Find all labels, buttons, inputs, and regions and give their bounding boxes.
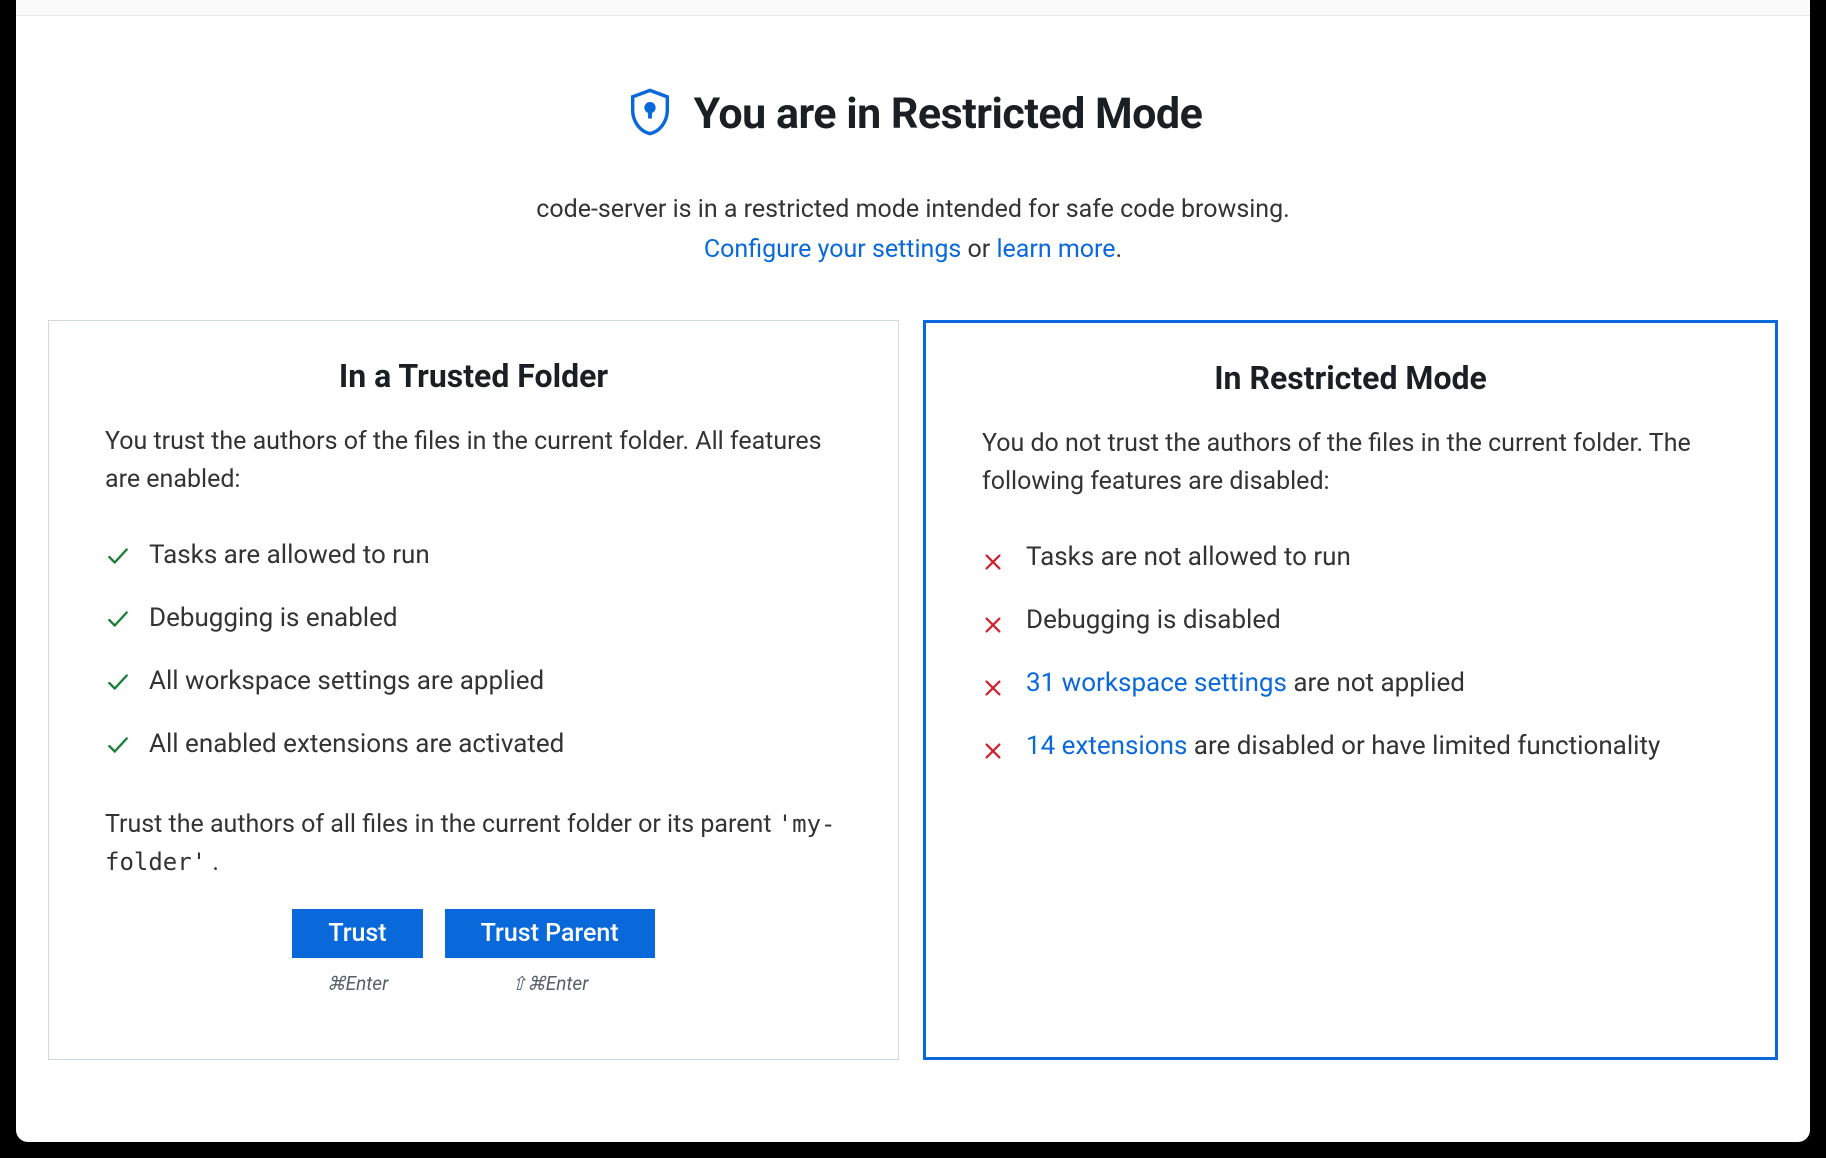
page-title: You are in Restricted Mode (694, 89, 1203, 139)
x-icon (982, 609, 1008, 635)
trust-prompt: Trust the authors of all files in the cu… (105, 806, 842, 881)
trust-parent-button-group: Trust Parent ⇧⌘Enter (445, 909, 655, 995)
feature-text: Tasks are not allowed to run (1026, 538, 1719, 577)
trust-parent-shortcut: ⇧⌘Enter (511, 972, 589, 995)
trusted-card-title: In a Trusted Folder (105, 357, 842, 395)
trust-prompt-pre: Trust the authors of all files in the cu… (105, 810, 778, 839)
header-description: code-server is in a restricted mode inte… (56, 190, 1770, 270)
feature-text: Debugging is disabled (1026, 601, 1719, 640)
feature-text: 14 extensions are disabled or have limit… (1026, 727, 1719, 766)
trust-button-group: Trust ⌘Enter (292, 909, 422, 995)
trusted-card-desc: You trust the authors of the files in th… (105, 423, 842, 498)
tab-strip (16, 0, 1810, 16)
restricted-feature-item: 14 extensions are disabled or have limit… (982, 727, 1719, 766)
configure-settings-link[interactable]: Configure your settings (704, 235, 961, 264)
feature-text: Tasks are allowed to run (149, 536, 842, 575)
feature-text: All workspace settings are applied (149, 662, 842, 701)
restricted-card: In Restricted Mode You do not trust the … (923, 320, 1778, 1060)
trusted-feature-item: Tasks are allowed to run (105, 536, 842, 575)
trusted-feature-list: Tasks are allowed to run Debugging is en… (105, 536, 842, 764)
restricted-feature-list: Tasks are not allowed to run Debugging i… (982, 538, 1719, 766)
header-period: . (1116, 235, 1123, 264)
header-or: or (961, 235, 996, 264)
learn-more-link[interactable]: learn more (996, 235, 1115, 264)
feature-text: Debugging is enabled (149, 599, 842, 638)
workspace-settings-link[interactable]: 31 workspace settings (1026, 668, 1287, 698)
extensions-link[interactable]: 14 extensions (1026, 731, 1187, 761)
restricted-card-title: In Restricted Mode (982, 359, 1719, 397)
restricted-feature-item: Debugging is disabled (982, 601, 1719, 640)
header-desc-text: code-server is in a restricted mode inte… (536, 195, 1290, 224)
header: You are in Restricted Mode code-server i… (16, 16, 1810, 320)
trust-shortcut: ⌘Enter (327, 972, 389, 995)
restricted-feature-item: 31 workspace settings are not applied (982, 664, 1719, 703)
trust-button[interactable]: Trust (292, 909, 422, 958)
workspace-trust-editor: You are in Restricted Mode code-server i… (16, 0, 1810, 1142)
check-icon (105, 605, 131, 631)
check-icon (105, 668, 131, 694)
feature-text: 31 workspace settings are not applied (1026, 664, 1719, 703)
trusted-card: In a Trusted Folder You trust the author… (48, 320, 899, 1060)
trusted-feature-item: Debugging is enabled (105, 599, 842, 638)
x-icon (982, 735, 1008, 761)
check-icon (105, 731, 131, 757)
feature-suffix: are not applied (1287, 668, 1465, 698)
x-icon (982, 672, 1008, 698)
check-icon (105, 542, 131, 568)
trusted-feature-item: All workspace settings are applied (105, 662, 842, 701)
x-icon (982, 546, 1008, 572)
feature-text: All enabled extensions are activated (149, 725, 842, 764)
trusted-feature-item: All enabled extensions are activated (105, 725, 842, 764)
cards-container: In a Trusted Folder You trust the author… (16, 320, 1810, 1060)
header-title-row: You are in Restricted Mode (56, 86, 1770, 142)
restricted-feature-item: Tasks are not allowed to run (982, 538, 1719, 577)
restricted-card-desc: You do not trust the authors of the file… (982, 425, 1719, 500)
trust-parent-button[interactable]: Trust Parent (445, 909, 655, 958)
button-row: Trust ⌘Enter Trust Parent ⇧⌘Enter (105, 909, 842, 995)
trust-prompt-post: . (206, 848, 219, 877)
shield-icon (624, 86, 676, 142)
feature-suffix: are disabled or have limited functionali… (1187, 731, 1660, 761)
